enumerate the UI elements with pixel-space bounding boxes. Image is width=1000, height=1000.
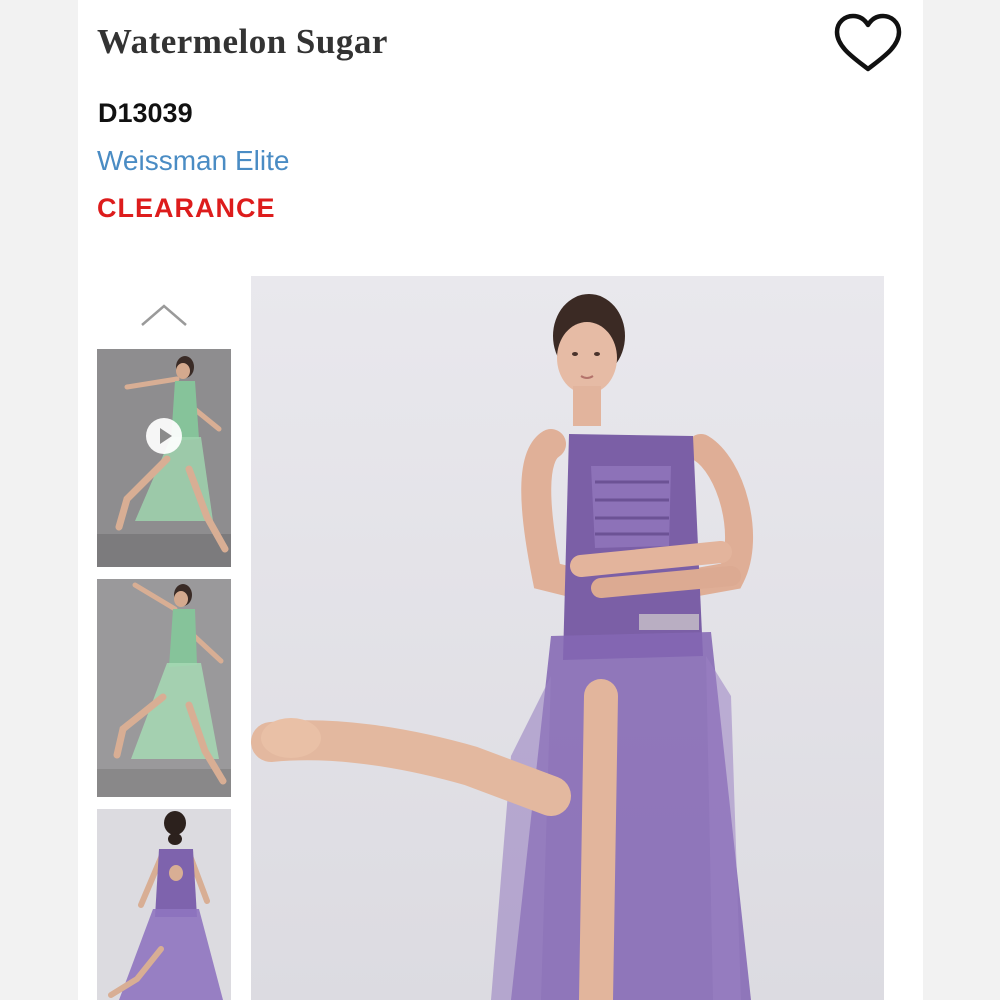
main-product-image[interactable] xyxy=(251,276,884,1000)
gallery-scroll-up-button[interactable] xyxy=(138,300,190,330)
product-sku: D13039 xyxy=(98,98,193,128)
product-title: Watermelon Sugar xyxy=(97,22,388,61)
gallery-thumbnail-3[interactable] xyxy=(97,809,231,1000)
product-page: Watermelon Sugar D13039 Weissman Elite C… xyxy=(78,0,923,1000)
thumbnail-image xyxy=(97,809,231,1000)
play-video-button[interactable] xyxy=(145,417,183,455)
heart-outline-icon xyxy=(834,13,902,72)
clearance-badge: CLEARANCE xyxy=(97,193,276,223)
wishlist-button[interactable] xyxy=(832,12,904,76)
thumbnail-image xyxy=(97,349,231,567)
gallery-thumbnail-2[interactable] xyxy=(97,579,231,797)
gallery-thumbnail-1[interactable] xyxy=(97,349,231,567)
thumbnail-image xyxy=(97,579,231,797)
product-photo xyxy=(251,276,884,1000)
play-circle-icon xyxy=(146,418,182,454)
brand-link[interactable]: Weissman Elite xyxy=(97,145,289,177)
chevron-up-icon xyxy=(141,304,187,326)
